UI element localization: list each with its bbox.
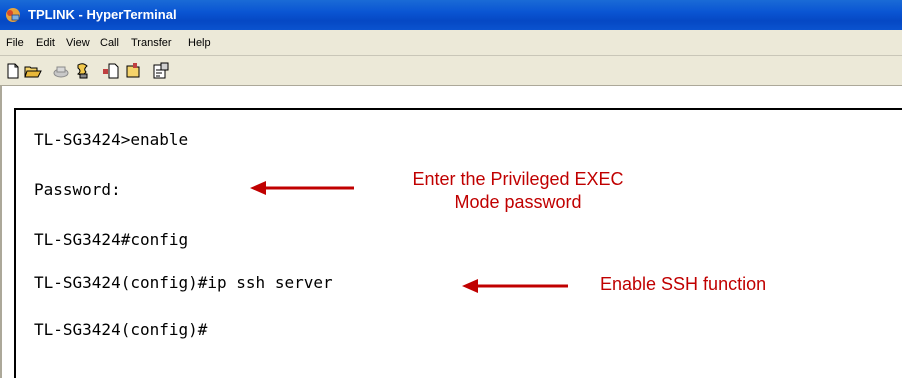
terminal-line-password: Password:	[34, 180, 121, 199]
menu-file[interactable]: File	[6, 36, 24, 50]
disconnect-icon[interactable]	[74, 62, 92, 80]
menu-edit[interactable]: Edit	[36, 36, 55, 50]
properties-icon[interactable]	[152, 62, 170, 80]
menu-help[interactable]: Help	[188, 36, 211, 50]
menu-bar: File Edit View Call Transfer Help	[0, 30, 902, 56]
terminal-line-prompt: TL-SG3424(config)#	[34, 320, 208, 339]
title-bar[interactable]: TPLINK - HyperTerminal	[0, 0, 902, 30]
terminal-area[interactable]: TL-SG3424>enable Password: TL-SG3424#con…	[14, 108, 902, 378]
send-icon[interactable]	[102, 62, 120, 80]
toolbar	[0, 56, 902, 86]
window-frame-left	[0, 86, 2, 378]
password-note-line1: Enter the Privileged EXEC	[412, 169, 624, 189]
new-icon[interactable]	[4, 62, 22, 80]
password-note: Enter the Privileged EXEC Mode password	[370, 168, 666, 214]
ssh-note: Enable SSH function	[600, 274, 767, 294]
password-note-line2: Mode password	[454, 192, 582, 212]
menu-transfer[interactable]: Transfer	[131, 36, 172, 50]
terminal-line-enable: TL-SG3424>enable	[34, 130, 189, 149]
toolbar-spacer	[0, 86, 902, 108]
password-arrow-icon	[250, 181, 354, 195]
ssh-arrow-icon	[462, 279, 568, 293]
window-title: TPLINK - HyperTerminal	[28, 7, 177, 22]
menu-view[interactable]: View	[66, 36, 90, 50]
hyperterminal-icon	[6, 8, 20, 22]
call-icon[interactable]	[52, 62, 70, 80]
open-icon[interactable]	[24, 62, 42, 80]
terminal-line-ssh: TL-SG3424(config)#ip ssh server	[34, 273, 333, 292]
menu-call[interactable]: Call	[100, 36, 119, 50]
receive-icon[interactable]	[124, 62, 142, 80]
terminal-line-config: TL-SG3424#config	[34, 230, 189, 249]
